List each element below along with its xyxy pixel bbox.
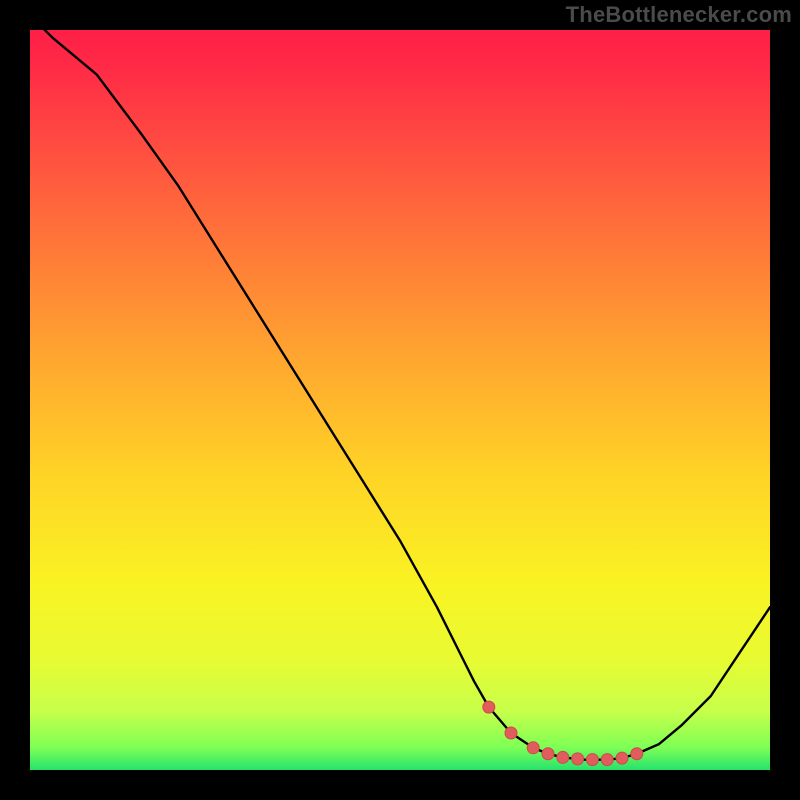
optimal-range-marker	[601, 754, 613, 766]
optimal-range-marker	[483, 701, 495, 713]
bottleneck-curve-chart	[30, 30, 770, 770]
optimal-range-marker	[542, 748, 554, 760]
optimal-range-marker	[527, 742, 539, 754]
optimal-range-marker	[631, 748, 643, 760]
optimal-range-marker	[557, 751, 569, 763]
gradient-background	[30, 30, 770, 770]
optimal-range-marker	[586, 754, 598, 766]
optimal-range-marker	[572, 753, 584, 765]
chart-frame: TheBottlenecker.com	[0, 0, 800, 800]
plot-area	[30, 30, 770, 770]
optimal-range-marker	[505, 727, 517, 739]
watermark-text: TheBottlenecker.com	[566, 2, 792, 28]
optimal-range-marker	[616, 752, 628, 764]
